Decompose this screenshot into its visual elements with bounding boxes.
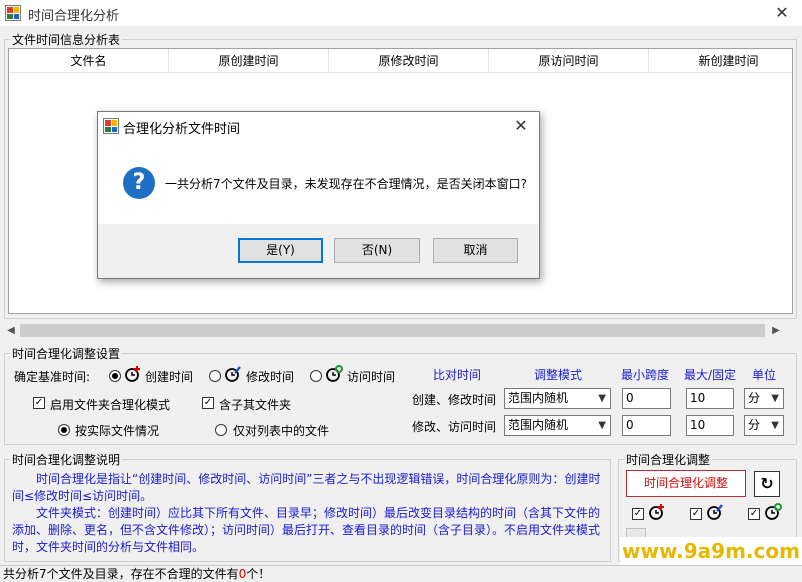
close-icon[interactable]: ✕ <box>770 2 794 24</box>
window-title: 时间合理化分析 <box>28 9 120 24</box>
create-time-icon <box>125 366 140 382</box>
include-subfolders-label[interactable]: 含子其文件夹 <box>219 396 291 413</box>
column-header-orig-accessed[interactable]: 原访问时间 <box>489 49 649 73</box>
dialog-message: 一共分析7个文件及目录，未发现存在不合理情况，是否关闭本窗口? <box>165 177 528 191</box>
unit-header: 单位 <box>752 368 777 382</box>
horizontal-scrollbar[interactable]: ◀ ▶ <box>4 322 785 339</box>
min-span-header: 最小跨度 <box>621 368 670 382</box>
base-create-label[interactable]: 创建时间 <box>145 368 193 385</box>
base-create-radio[interactable] <box>109 370 121 382</box>
row2-mode-select[interactable]: 范围内随机 ▼ <box>504 415 611 436</box>
access-time-icon <box>765 503 782 520</box>
chevron-down-icon: ▼ <box>598 420 606 431</box>
row1-mode-select[interactable]: 范围内随机 ▼ <box>504 388 611 409</box>
row2-compare-label: 修改、访问时间 <box>412 420 497 434</box>
row1-min-input[interactable]: 0 <box>622 388 671 409</box>
row1-unit-select[interactable]: 分 ▼ <box>744 388 784 409</box>
base-modify-radio[interactable] <box>209 370 221 382</box>
folder-mode-label[interactable]: 启用文件夹合理化模式 <box>50 396 170 413</box>
file-table-group-title: 文件时间信息分析表 <box>10 31 123 48</box>
row1-max-input[interactable]: 10 <box>686 388 734 409</box>
description-group-title: 时间合理化调整说明 <box>10 451 123 468</box>
chevron-down-icon: ▼ <box>771 393 779 404</box>
description-paragraph-1: 时间合理化是指让“创建时间、修改时间、访问时间”三者之与不出现逻辑错误，时间合理… <box>12 472 601 503</box>
column-header-filename[interactable]: 文件名 <box>9 49 169 73</box>
dialog-title-bar: 合理化分析文件时间 ✕ <box>98 112 539 139</box>
create-time-icon <box>649 504 664 520</box>
access-time-icon <box>326 365 343 382</box>
status-prefix: 共分析7个文件及目录，存在不合理的文件有 <box>3 567 239 581</box>
row1-compare-label: 创建、修改时间 <box>412 393 497 407</box>
adjust-mode-header: 调整模式 <box>534 368 583 382</box>
folder-mode-checkbox[interactable]: ✓ <box>33 397 45 409</box>
adjust-access-checkbox[interactable]: ✓ <box>748 508 760 520</box>
refresh-icon[interactable]: ↻ <box>754 471 780 497</box>
status-count-unit: 个 <box>246 567 259 581</box>
adjust-create-checkbox[interactable]: ✓ <box>632 508 644 520</box>
status-bar: 共分析7个文件及目录，存在不合理的文件有0个！ <box>0 565 802 582</box>
confirm-dialog: 合理化分析文件时间 ✕ ? 一共分析7个文件及目录，未发现存在不合理情况，是否关… <box>97 111 540 279</box>
base-time-label: 确定基准时间: <box>14 370 91 384</box>
settings-group-title: 时间合理化调整设置 <box>10 345 123 362</box>
column-header-orig-created[interactable]: 原创建时间 <box>169 49 329 73</box>
scroll-left-icon[interactable]: ◀ <box>4 322 18 339</box>
dialog-app-icon <box>103 118 119 134</box>
app-icon <box>5 5 21 21</box>
column-header-orig-modified[interactable]: 原修改时间 <box>329 49 489 73</box>
scope-list-label[interactable]: 仅对列表中的文件 <box>233 422 329 439</box>
row2-max-input[interactable]: 10 <box>686 415 734 436</box>
table-header: 文件名 原创建时间 原修改时间 原访问时间 新创建时间 <box>9 49 792 73</box>
row2-min-input[interactable]: 0 <box>622 415 671 436</box>
base-access-label[interactable]: 访问时间 <box>347 368 395 385</box>
dialog-close-icon[interactable]: ✕ <box>509 115 533 137</box>
chevron-down-icon: ▼ <box>771 420 779 431</box>
column-header-new-created[interactable]: 新创建时间 <box>649 49 792 73</box>
yes-button[interactable]: 是(Y) <box>238 238 323 263</box>
dialog-body: ? 一共分析7个文件及目录，未发现存在不合理情况，是否关闭本窗口? <box>98 139 539 224</box>
cancel-button[interactable]: 取消 <box>433 238 518 263</box>
scope-actual-label[interactable]: 按实际文件情况 <box>75 422 159 439</box>
adjust-modify-checkbox[interactable]: ✓ <box>690 508 702 520</box>
compare-time-header: 比对时间 <box>433 368 482 382</box>
modify-time-icon <box>707 504 723 520</box>
max-fixed-header: 最大/固定 <box>684 368 737 382</box>
row2-unit-select[interactable]: 分 ▼ <box>744 415 784 436</box>
no-button[interactable]: 否(N) <box>334 238 420 263</box>
scrollbar-thumb[interactable] <box>20 324 765 337</box>
adjust-group-title: 时间合理化调整 <box>624 451 713 468</box>
scope-actual-radio[interactable] <box>58 424 70 436</box>
base-modify-label[interactable]: 修改时间 <box>246 368 294 385</box>
watermark: www.9a9m.com <box>620 537 802 565</box>
chevron-down-icon: ▼ <box>598 393 606 404</box>
description-paragraph-2: 文件夹模式：创建时间）应比其下所有文件、目录早；修改时间）最后改变目录结构的时间… <box>12 506 601 554</box>
status-suffix: ！ <box>258 567 271 581</box>
include-subfolders-checkbox[interactable]: ✓ <box>202 397 214 409</box>
dialog-title: 合理化分析文件时间 <box>123 122 241 137</box>
question-icon: ? <box>123 167 155 199</box>
scope-list-radio[interactable] <box>215 424 227 436</box>
scroll-right-icon[interactable]: ▶ <box>769 322 783 339</box>
title-bar: 时间合理化分析 ✕ <box>0 0 802 26</box>
base-access-radio[interactable] <box>310 370 322 382</box>
time-adjust-button[interactable]: 时间合理化调整 <box>626 470 746 497</box>
modify-time-icon <box>225 366 241 382</box>
